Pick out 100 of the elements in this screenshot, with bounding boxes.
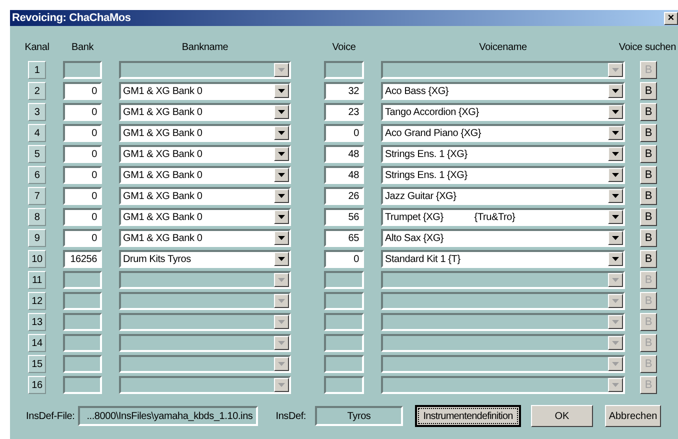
dropdown-arrow-icon <box>278 320 285 324</box>
dropdown-button[interactable] <box>608 168 623 182</box>
dropdown-arrow-icon <box>278 383 285 387</box>
dropdown-button[interactable] <box>608 84 623 98</box>
dropdown-button[interactable] <box>608 210 623 224</box>
dropdown-arrow-icon <box>278 110 285 114</box>
bankname-dropdown[interactable]: GM1 & XG Bank 0 <box>119 208 291 226</box>
voicename-dropdown[interactable]: Alto Sax {XG} <box>381 229 625 247</box>
voicename-dropdown[interactable]: Aco Bass {XG} <box>381 82 625 100</box>
dropdown-button[interactable] <box>608 105 623 119</box>
channel-number: 4 <box>28 124 46 142</box>
voice-field[interactable]: 26 <box>324 187 364 205</box>
dropdown-arrow-icon <box>612 341 619 345</box>
bank-field[interactable]: 16256 <box>63 250 102 268</box>
voicename-dropdown[interactable]: Jazz Guitar {XG} <box>381 187 625 205</box>
column-header: Bankname <box>182 42 228 52</box>
dropdown-button[interactable] <box>274 126 289 140</box>
dropdown-button[interactable] <box>274 210 289 224</box>
dropdown-button[interactable] <box>608 231 623 245</box>
dropdown-button[interactable] <box>608 147 623 161</box>
voice-search-button[interactable]: B <box>640 208 657 226</box>
voicename-dropdown[interactable]: Tango Accordion {XG} <box>381 103 625 121</box>
channel-number: 2 <box>28 82 46 100</box>
voice-search-button[interactable]: B <box>640 229 657 247</box>
voice-field[interactable]: 0 <box>324 250 364 268</box>
channel-number: 8 <box>28 208 46 226</box>
dropdown-arrow-icon <box>612 383 619 387</box>
channel-number: 16 <box>28 376 46 394</box>
voice-field[interactable]: 56 <box>324 208 364 226</box>
channel-number: 5 <box>28 145 46 163</box>
channel-number: 6 <box>28 166 46 184</box>
bank-field[interactable]: 0 <box>63 103 102 121</box>
dropdown-arrow-icon <box>612 152 619 156</box>
dropdown-button[interactable] <box>274 105 289 119</box>
bank-field[interactable]: 0 <box>63 145 102 163</box>
bank-field[interactable]: 0 <box>63 208 102 226</box>
close-button[interactable]: × <box>664 12 678 24</box>
dropdown-button[interactable] <box>274 168 289 182</box>
voicename-dropdown[interactable]: Aco Grand Piano {XG} <box>381 124 625 142</box>
dropdown-button[interactable] <box>274 231 289 245</box>
bank-field[interactable]: 0 <box>63 166 102 184</box>
window-title: Revoicing: ChaChaMos <box>12 12 131 24</box>
dialog-button[interactable]: Abbrechen <box>605 405 662 427</box>
dropdown-button[interactable] <box>274 84 289 98</box>
bankname-dropdown[interactable]: GM1 & XG Bank 0 <box>119 82 291 100</box>
bank-field[interactable]: 0 <box>63 124 102 142</box>
voice-field[interactable]: 0 <box>324 124 364 142</box>
dropdown-arrow-icon <box>278 299 285 303</box>
voice-field[interactable]: 48 <box>324 145 364 163</box>
bankname-dropdown[interactable]: GM1 & XG Bank 0 <box>119 124 291 142</box>
bankname-dropdown[interactable]: GM1 & XG Bank 0 <box>119 145 291 163</box>
channel-number: 7 <box>28 187 46 205</box>
column-header: Kanal <box>24 42 50 52</box>
voice-search-button[interactable]: B <box>640 103 657 121</box>
voice-search-button[interactable]: B <box>640 250 657 268</box>
voice-field[interactable]: 48 <box>324 166 364 184</box>
voice-search-button[interactable]: B <box>640 124 657 142</box>
voicename-dropdown[interactable]: Trumpet {XG} {Tru&Tro} <box>381 208 625 226</box>
dropdown-arrow-icon <box>612 320 619 324</box>
voice-search-button[interactable]: B <box>640 187 657 205</box>
insdef-file-label: InsDef-File: <box>26 410 75 422</box>
bankname-dropdown[interactable]: GM1 & XG Bank 0 <box>119 187 291 205</box>
insdef-label: InsDef: <box>276 410 306 422</box>
bank-field[interactable]: 0 <box>63 82 102 100</box>
dropdown-button[interactable] <box>274 147 289 161</box>
dropdown-arrow-icon <box>612 173 619 177</box>
dropdown-button[interactable] <box>608 252 623 266</box>
bankname-dropdown[interactable]: Drum Kits Tyros <box>119 250 291 268</box>
dialog-button[interactable]: OK <box>531 405 594 427</box>
dropdown-arrow-icon <box>612 362 619 366</box>
voice-search-button[interactable]: B <box>640 166 657 184</box>
voice-field[interactable]: 65 <box>324 229 364 247</box>
bankname-dropdown[interactable]: GM1 & XG Bank 0 <box>119 166 291 184</box>
dropdown-arrow-icon <box>278 278 285 282</box>
dropdown-arrow-icon <box>278 68 285 72</box>
column-header: Voicename <box>479 42 527 52</box>
dropdown-arrow-icon <box>612 236 619 240</box>
voice-field[interactable]: 23 <box>324 103 364 121</box>
voicename-dropdown[interactable]: Strings Ens. 1 {XG} <box>381 145 625 163</box>
dropdown-arrow-icon <box>278 257 285 261</box>
dropdown-arrow-icon <box>278 215 285 219</box>
voicename-dropdown[interactable]: Strings Ens. 1 {XG} <box>381 166 625 184</box>
voicename-dropdown[interactable]: Standard Kit 1 {T} <box>381 250 625 268</box>
dropdown-button[interactable] <box>274 252 289 266</box>
dropdown-arrow-icon <box>278 362 285 366</box>
voice-search-button[interactable]: B <box>640 82 657 100</box>
bank-field[interactable]: 0 <box>63 187 102 205</box>
voice-search-button[interactable]: B <box>640 145 657 163</box>
voice-field[interactable]: 32 <box>324 82 364 100</box>
dropdown-button[interactable] <box>608 189 623 203</box>
bankname-dropdown[interactable]: GM1 & XG Bank 0 <box>119 103 291 121</box>
dropdown-arrow-icon <box>612 194 619 198</box>
insdef-field: Tyros <box>315 406 404 426</box>
bankname-dropdown[interactable]: GM1 & XG Bank 0 <box>119 229 291 247</box>
channel-number: 3 <box>28 103 46 121</box>
column-header: Voice suchen <box>618 42 676 52</box>
dropdown-button[interactable] <box>274 189 289 203</box>
bank-field[interactable]: 0 <box>63 229 102 247</box>
dropdown-button[interactable] <box>608 126 623 140</box>
dialog-button[interactable]: Instrumentendefinition <box>415 405 522 427</box>
